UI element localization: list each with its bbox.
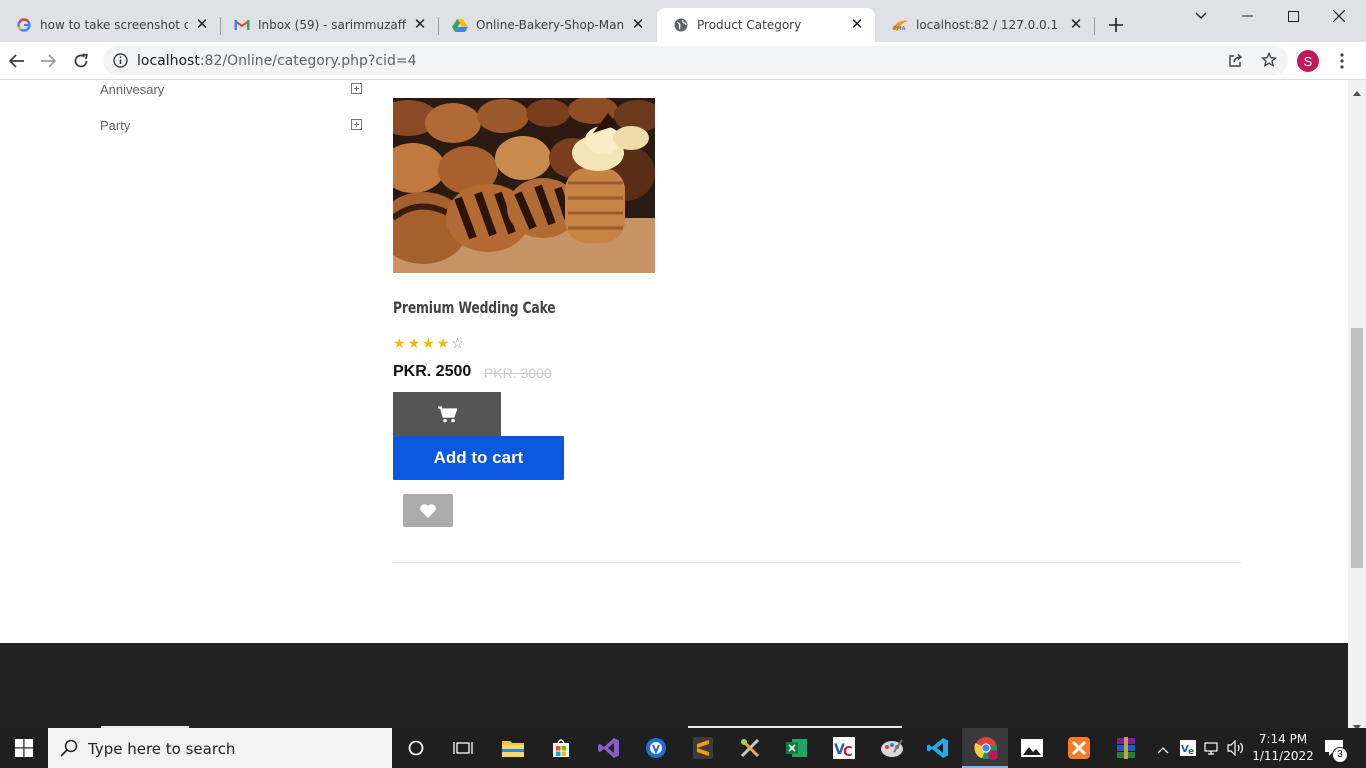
- search-icon: [60, 739, 78, 762]
- tab-separator: [1094, 17, 1095, 35]
- volume-icon[interactable]: [1227, 739, 1245, 761]
- paint-icon[interactable]: [880, 736, 904, 760]
- taskbar-search-box[interactable]: Type here to search: [48, 728, 392, 768]
- microsoft-store-icon[interactable]: [549, 736, 573, 760]
- tools-icon[interactable]: [738, 736, 762, 760]
- reload-button[interactable]: [67, 47, 95, 75]
- profile-avatar[interactable]: S: [1297, 50, 1319, 72]
- tab-title: Product Category: [697, 18, 802, 32]
- star-empty-icon: ☆: [451, 335, 466, 351]
- winrar-icon[interactable]: [1114, 736, 1138, 760]
- taskbar-search-placeholder: Type here to search: [88, 740, 236, 758]
- expand-plus-icon[interactable]: [351, 83, 362, 94]
- clock-time: 7:14 PM: [1258, 732, 1308, 746]
- excel-icon[interactable]: [785, 736, 809, 760]
- phpmyadmin-icon: PMA: [892, 17, 908, 33]
- chrome-icon: [974, 736, 998, 765]
- product-name[interactable]: Premium Wedding Cake: [393, 298, 556, 317]
- tab-close-icon[interactable]: ✕: [1068, 17, 1084, 33]
- notification-count-badge: 3: [1332, 747, 1348, 763]
- star-filled-icon: ★: [407, 335, 423, 351]
- tab-close-icon[interactable]: ✕: [849, 17, 865, 33]
- vc-app-icon[interactable]: VC: [832, 736, 856, 760]
- sidebar-category-party[interactable]: Party: [100, 118, 130, 133]
- photos-icon[interactable]: [1020, 736, 1044, 760]
- page-scrollbar[interactable]: [1348, 80, 1366, 730]
- tray-app-icon[interactable]: Ve: [1180, 740, 1196, 761]
- share-icon[interactable]: [1228, 53, 1243, 73]
- taskbar-chrome-active[interactable]: [962, 728, 1008, 768]
- maximize-button[interactable]: [1270, 0, 1316, 32]
- svg-text:C: C: [843, 745, 853, 759]
- xampp-icon[interactable]: [1067, 736, 1091, 760]
- tab-title: Inbox (59) - sarimmuzaffar14: [258, 18, 406, 32]
- visual-studio-icon[interactable]: [597, 736, 621, 760]
- svg-text:PMA: PMA: [893, 26, 906, 31]
- close-window-button[interactable]: [1316, 0, 1362, 32]
- google-drive-icon: [452, 17, 468, 33]
- bookmark-star-icon[interactable]: [1260, 51, 1278, 73]
- back-button[interactable]: [3, 47, 31, 75]
- tab-title: how to take screenshot on pc: [40, 18, 188, 32]
- divider: [393, 562, 1241, 563]
- tab-search-button[interactable]: [1178, 0, 1224, 32]
- tab-close-icon[interactable]: ✕: [630, 17, 646, 33]
- tab-google-search[interactable]: how to take screenshot on pc ✕: [0, 8, 220, 42]
- tab-close-icon[interactable]: ✕: [412, 17, 428, 33]
- notification-center-icon[interactable]: 3: [1324, 739, 1348, 763]
- cortana-icon[interactable]: [404, 736, 428, 760]
- page-viewport: Annivesary Party Premium Wedding Cake ★★…: [0, 80, 1348, 728]
- heart-icon: [420, 503, 436, 518]
- app-blue-circle-icon[interactable]: [644, 736, 668, 760]
- minimize-button[interactable]: [1224, 0, 1270, 32]
- svg-text:e: e: [1188, 747, 1194, 756]
- tab-close-icon[interactable]: ✕: [194, 17, 210, 33]
- tab-google-drive[interactable]: Online-Bakery-Shop-Manage ✕: [436, 8, 656, 42]
- cart-icon-button[interactable]: [393, 392, 501, 436]
- add-to-cart-button[interactable]: Add to cart: [393, 436, 564, 480]
- windows-taskbar: Type here to search VC V e 7:14 PM 1/11/…: [0, 728, 1366, 768]
- task-view-icon[interactable]: [451, 736, 475, 760]
- tab-title: Online-Bakery-Shop-Manage: [476, 18, 624, 32]
- url-text: localhost:82/Online/category.php?cid=4: [137, 53, 416, 69]
- tab-product-category[interactable]: Product Category ✕: [657, 8, 875, 42]
- browser-menu-button[interactable]: [1328, 47, 1356, 75]
- product-rating: ★★★★☆: [393, 335, 466, 352]
- sidebar-category-annivesary[interactable]: Annivesary: [100, 82, 164, 97]
- tab-title: localhost:82 / 127.0.0.1 / pato: [916, 18, 1062, 32]
- product-old-price: PKR. 3000: [484, 365, 552, 381]
- forward-button[interactable]: [34, 47, 62, 75]
- site-footer: [0, 643, 1348, 728]
- browser-toolbar: localhost:82/Online/category.php?cid=4 S: [0, 42, 1366, 80]
- globe-icon: [673, 17, 689, 33]
- vscode-icon[interactable]: [926, 736, 950, 760]
- url-host: localhost: [137, 53, 200, 69]
- product-price: PKR. 2500: [393, 363, 472, 380]
- tab-gmail-inbox[interactable]: Inbox (59) - sarimmuzaffar14 ✕: [218, 8, 438, 42]
- star-filled-icon: ★: [436, 335, 452, 351]
- file-explorer-icon[interactable]: [501, 736, 525, 760]
- gmail-icon: [234, 17, 250, 33]
- url-path: :82/Online/category.php?cid=4: [199, 53, 417, 69]
- tab-phpmyadmin[interactable]: PMA localhost:82 / 127.0.0.1 / pato ✕: [876, 8, 1094, 42]
- wishlist-button[interactable]: [403, 494, 453, 527]
- sublime-text-icon[interactable]: [691, 736, 715, 760]
- windows-start-icon[interactable]: [12, 736, 36, 760]
- site-info-icon[interactable]: [113, 53, 128, 73]
- show-hidden-icons-chevron-icon[interactable]: [1157, 741, 1169, 759]
- product-image[interactable]: [393, 98, 655, 273]
- star-filled-icon: ★: [422, 335, 437, 351]
- new-tab-button[interactable]: [1100, 8, 1132, 42]
- address-bar[interactable]: localhost:82/Online/category.php?cid=4: [103, 46, 1288, 75]
- network-icon[interactable]: [1204, 740, 1222, 761]
- expand-plus-icon[interactable]: [351, 119, 362, 130]
- clock-date: 1/11/2022: [1252, 749, 1314, 763]
- scrollbar-thumb[interactable]: [1351, 328, 1363, 568]
- taskbar-clock[interactable]: 7:14 PM 1/11/2022: [1248, 731, 1318, 765]
- browser-tab-strip: how to take screenshot on pc ✕ Inbox (59…: [0, 0, 1366, 42]
- google-icon: [16, 17, 32, 33]
- star-filled-icon: ★: [393, 335, 408, 351]
- scroll-up-arrow-icon[interactable]: [1353, 83, 1361, 101]
- shopping-cart-icon: [437, 405, 457, 422]
